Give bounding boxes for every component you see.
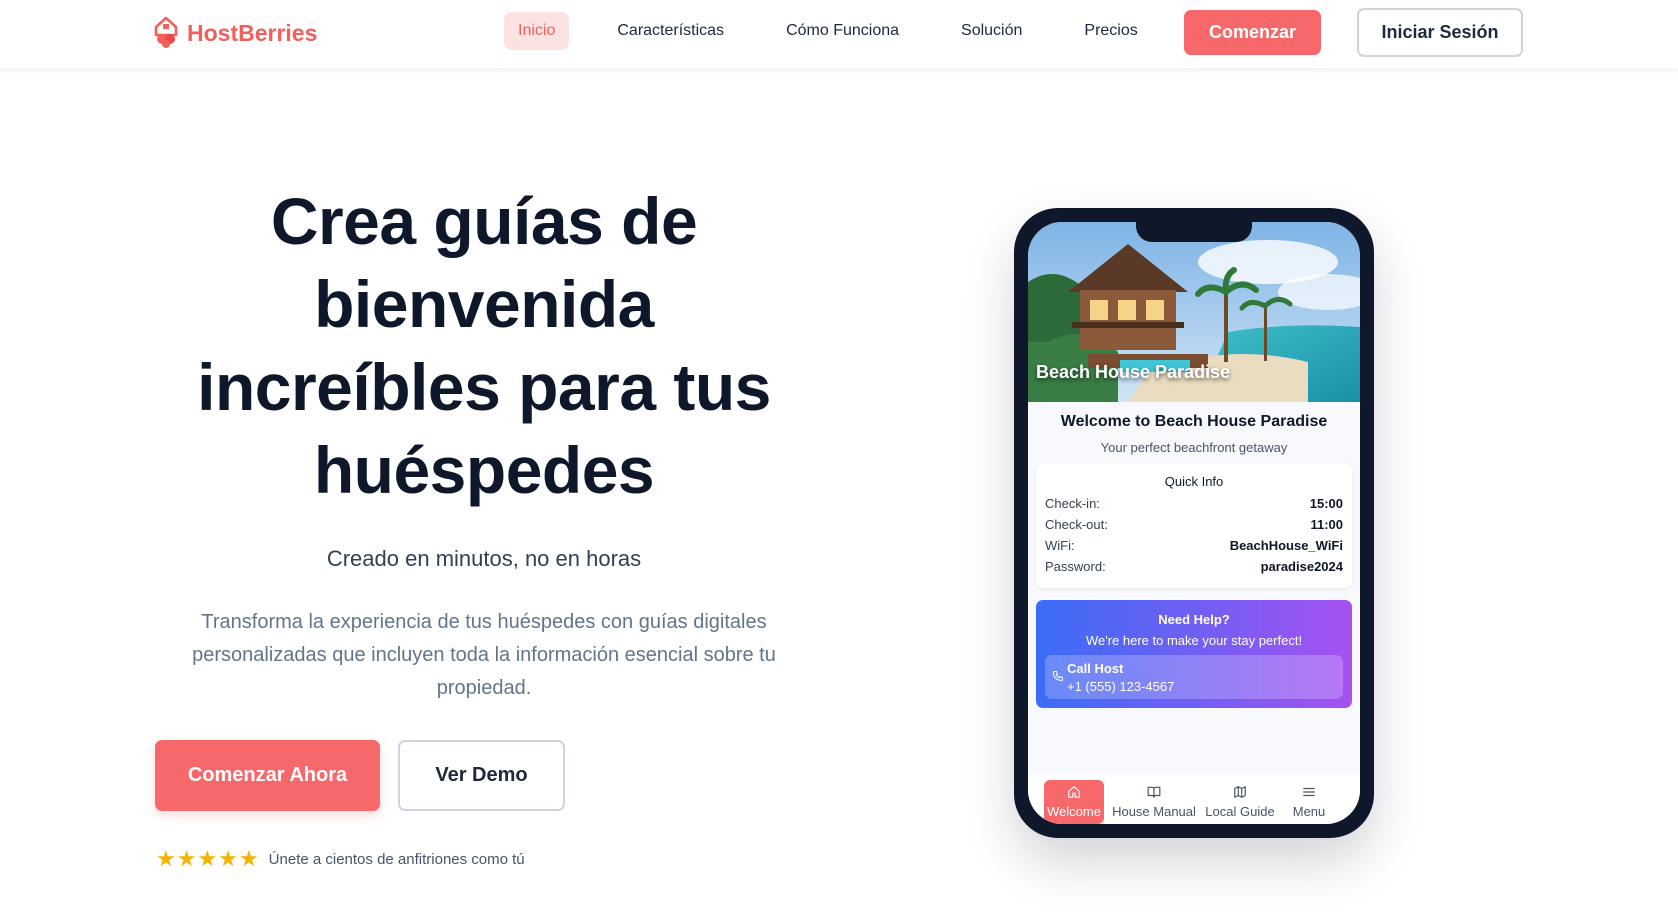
nav-link-precios[interactable]: Precios [1070, 12, 1151, 50]
comenzar-ahora-button[interactable]: Comenzar Ahora [155, 740, 380, 811]
ver-demo-button[interactable]: Ver Demo [398, 740, 565, 811]
call-host-button[interactable]: Call Host +1 (555) 123-4567 [1045, 655, 1343, 699]
quick-info-title: Quick Info [1164, 474, 1224, 489]
tab-welcome[interactable]: Welcome [1044, 780, 1104, 824]
tab-label: Local Guide [1205, 804, 1275, 819]
star-icon: ★ [176, 846, 197, 871]
star-icon: ★ [238, 846, 259, 871]
star-icon: ★ [218, 846, 238, 871]
brand-name: HostBerries [187, 20, 318, 46]
beach-house-image: Beach House Paradise [1028, 222, 1360, 402]
star-icon: ★ [197, 846, 218, 871]
hero-title: Crea guías de bienvenida increíbles para… [197, 184, 771, 507]
quick-info-label: Password: [1045, 559, 1106, 574]
phone-notch [1136, 222, 1252, 242]
tab-local-guide[interactable]: Local Guide [1204, 780, 1276, 824]
quick-info-row: WiFi: BeachHouse_WiFi [1045, 538, 1343, 553]
rating-stars: ★ ★ ★ ★ ★ [156, 848, 259, 870]
iniciar-sesion-button[interactable]: Iniciar Sesión [1357, 8, 1523, 57]
house-berry-icon [153, 14, 179, 53]
help-title: Need Help? [1158, 612, 1230, 627]
nav-links: Inicio Características Cómo Funciona Sol… [504, 12, 1152, 50]
quick-info-value: BeachHouse_WiFi [1229, 538, 1343, 553]
welcome-subtitle: Your perfect beachfront getaway [1100, 440, 1288, 455]
phone-screen: Beach House Paradise Welcome to Beach Ho… [1028, 222, 1360, 824]
quick-info-card: Quick Info Check-in: 15:00 Check-out: 11… [1036, 464, 1352, 588]
phone-icon [1052, 669, 1064, 687]
quick-info-value: 15:00 [1309, 496, 1343, 511]
bottom-tabbar: Welcome House Manual Local Guide Menu [1028, 774, 1360, 824]
rating-text: Únete a cientos de anfitriones como tú [268, 850, 525, 868]
star-icon: ★ [156, 846, 176, 871]
quick-info-row: Password: paradise2024 [1045, 559, 1343, 574]
call-host-number: +1 (555) 123-4567 [1067, 679, 1175, 694]
welcome-title: Welcome to Beach House Paradise [1060, 413, 1328, 430]
tab-label: Welcome [1047, 804, 1101, 819]
home-icon [1067, 785, 1081, 804]
image-title: Beach House Paradise [1036, 362, 1231, 382]
nav-link-solucion[interactable]: Solución [947, 12, 1036, 50]
quick-info-row: Check-out: 11:00 [1045, 517, 1343, 532]
book-icon [1147, 785, 1161, 804]
call-host-label: Call Host [1067, 661, 1124, 676]
nav-link-como-funciona[interactable]: Cómo Funciona [772, 12, 913, 50]
quick-info-value: 11:00 [1310, 517, 1343, 532]
quick-info-row: Check-in: 15:00 [1045, 496, 1343, 511]
tab-label: Menu [1292, 804, 1326, 819]
brand-logo[interactable]: HostBerries [153, 14, 317, 53]
comenzar-button[interactable]: Comenzar [1184, 10, 1321, 55]
tab-label: House Manual [1112, 804, 1196, 819]
quick-info-label: WiFi: [1045, 538, 1075, 553]
quick-info-value: paradise2024 [1260, 559, 1343, 574]
nav-link-caracteristicas[interactable]: Características [603, 12, 738, 50]
hero-description: Transforma la experiencia de tus huésped… [192, 611, 776, 699]
hero-subtitle: Creado en minutos, no en horas [326, 546, 642, 571]
phone-mockup: Beach House Paradise Welcome to Beach Ho… [1014, 208, 1374, 838]
top-navbar: HostBerries Inicio Características Cómo … [0, 0, 1678, 68]
rating-row: ★ ★ ★ ★ ★ Únete a cientos de anfitriones… [156, 848, 525, 870]
quick-info-label: Check-in: [1045, 496, 1100, 511]
map-icon [1233, 785, 1247, 804]
tab-house-manual[interactable]: House Manual [1112, 780, 1196, 824]
quick-info-label: Check-out: [1045, 517, 1108, 532]
nav-link-inicio[interactable]: Inicio [504, 12, 570, 50]
help-subtitle: We're here to make your stay perfect! [1085, 633, 1303, 648]
help-card: Need Help? We're here to make your stay … [1036, 600, 1352, 708]
menu-icon [1302, 785, 1316, 804]
tab-menu[interactable]: Menu [1284, 780, 1334, 824]
